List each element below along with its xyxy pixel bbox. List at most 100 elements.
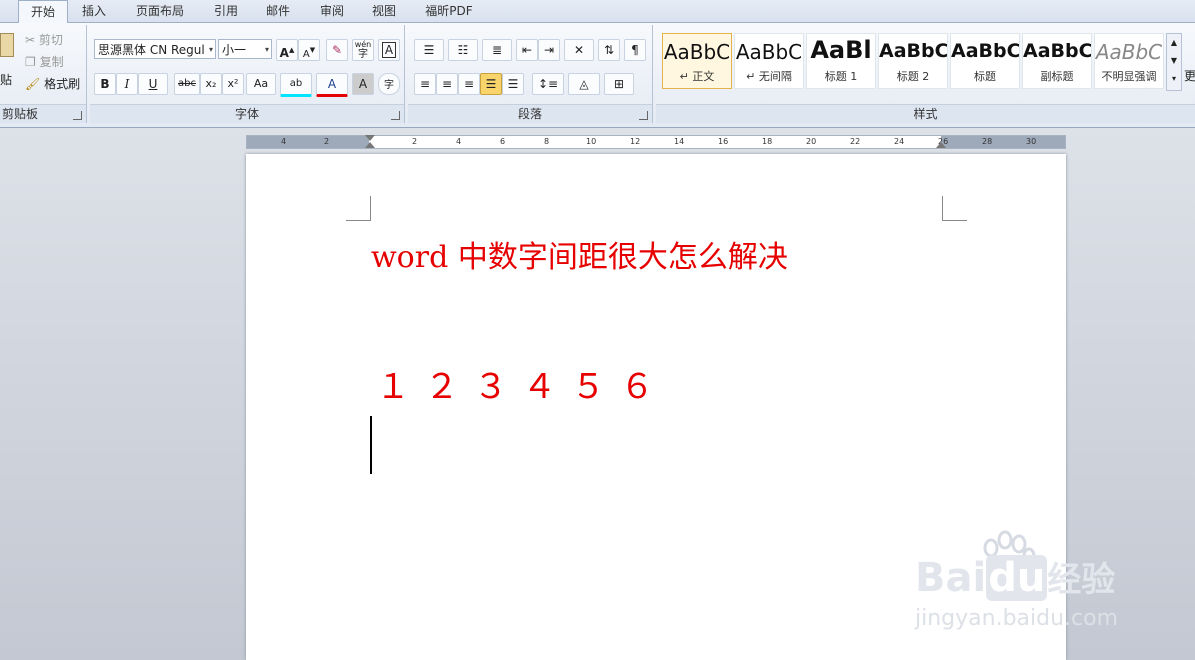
horizontal-ruler[interactable]: 4 2 2 4 6 8 10 12 14 16 18 20 22 24 26 2…: [246, 135, 1066, 149]
font-size-value: 小一: [222, 43, 247, 57]
style-normal[interactable]: AaBbC ↵ 正文: [662, 33, 732, 89]
change-styles-button[interactable]: 更: [1184, 67, 1195, 84]
right-indent-marker[interactable]: [936, 142, 946, 148]
margin-corner-mark: [346, 196, 371, 221]
shading-button[interactable]: ◬: [568, 73, 600, 95]
copy-icon: ❐: [25, 55, 36, 69]
font-size-combo[interactable]: 小一 ▾: [218, 39, 272, 59]
document-title-text[interactable]: word 中数字间距很大怎么解决: [371, 232, 788, 276]
style-sample: AaBbC: [1095, 40, 1163, 64]
sort-button[interactable]: ⇅: [598, 39, 620, 61]
tab-review[interactable]: 审阅: [310, 0, 354, 22]
style-name: ↵ 正文: [679, 70, 715, 83]
style-title[interactable]: AaBbC 标题: [950, 33, 1020, 89]
change-case-button[interactable]: Aa: [246, 73, 276, 95]
tab-page-layout[interactable]: 页面布局: [128, 0, 192, 22]
phonetic-char: 字: [358, 49, 368, 60]
styles-scroll[interactable]: ▲ ▼ ▾: [1166, 33, 1182, 91]
tab-references[interactable]: 引用: [204, 0, 248, 22]
tab-insert[interactable]: 插入: [72, 0, 116, 22]
paste-button[interactable]: 贴: [0, 29, 16, 89]
justify-icon: ☰: [485, 77, 497, 91]
align-center-button[interactable]: ≡: [436, 73, 458, 95]
shrink-font-button[interactable]: A▼: [298, 39, 320, 61]
style-subtle-emphasis[interactable]: AaBbC 不明显强调: [1094, 33, 1164, 89]
align-right-button[interactable]: ≡: [458, 73, 480, 95]
style-name: 标题 2: [896, 70, 930, 83]
show-marks-button[interactable]: ¶: [624, 39, 646, 61]
line-spacing-button[interactable]: ↕≡: [532, 73, 564, 95]
paint-bucket-icon: ◬: [579, 77, 589, 91]
increase-indent-button[interactable]: ⇥: [538, 39, 560, 61]
tab-home[interactable]: 开始: [18, 0, 68, 23]
margin-corner-mark: [942, 196, 967, 221]
watermark-brand-left: Bai: [915, 555, 987, 601]
bold-button[interactable]: B: [94, 73, 116, 95]
sort-icon: ⇅: [603, 43, 615, 57]
character-border-button[interactable]: A: [378, 39, 400, 61]
hanging-indent-marker[interactable]: [365, 142, 375, 148]
paragraph-launcher-icon[interactable]: [639, 111, 648, 120]
tab-view[interactable]: 视图: [362, 0, 406, 22]
copy-button[interactable]: ❐ 复制: [24, 51, 76, 73]
highlight-button[interactable]: ab: [280, 73, 312, 97]
grow-font-button[interactable]: A▲: [276, 39, 298, 61]
superscript-button[interactable]: x²: [222, 73, 244, 95]
character-border-label: A: [381, 42, 397, 58]
strikethrough-button[interactable]: abc: [174, 73, 200, 95]
bullets-button[interactable]: ☰: [414, 39, 444, 61]
ruler-number: 16: [718, 137, 729, 146]
align-left-icon: ≡: [419, 77, 431, 91]
font-launcher-icon[interactable]: [391, 111, 400, 120]
phonetic-guide-button[interactable]: wén 字: [352, 39, 374, 61]
distributed-icon: ☰: [507, 77, 519, 91]
numbering-button[interactable]: ☷: [448, 39, 478, 61]
font-color-button[interactable]: A: [316, 73, 348, 97]
style-no-spacing[interactable]: AaBbC ↵ 无间隔: [734, 33, 804, 89]
distributed-button[interactable]: ☰: [502, 73, 524, 95]
ruler-number: 22: [850, 137, 861, 146]
chinese-layout-button[interactable]: ✕: [564, 39, 594, 61]
style-name: ↵ 无间隔: [746, 70, 792, 83]
clear-format-button[interactable]: ✎: [326, 39, 348, 61]
style-subtitle[interactable]: AaBbC 副标题: [1022, 33, 1092, 89]
justify-button[interactable]: ☰: [480, 73, 502, 95]
tab-foxit-pdf[interactable]: 福昕PDF: [418, 0, 480, 22]
subscript-button[interactable]: x₂: [200, 73, 222, 95]
style-name: 副标题: [1040, 70, 1074, 83]
style-sample: AaBbC: [735, 40, 803, 64]
format-painter-button[interactable]: 🖌 格式刷: [24, 73, 86, 95]
enclose-character-button[interactable]: 字: [378, 73, 400, 95]
clipboard-launcher-icon[interactable]: [73, 111, 82, 120]
ruler-number: 8: [544, 137, 550, 146]
borders-button[interactable]: ⊞: [604, 73, 634, 95]
style-name: 标题 1: [824, 70, 858, 83]
style-heading-2[interactable]: AaBbC 标题 2: [878, 33, 948, 89]
paste-icon: [0, 33, 14, 57]
first-line-indent-marker[interactable]: [365, 135, 375, 141]
watermark-brand-mid: du: [986, 555, 1048, 601]
styles-group-label: 样式: [656, 104, 1195, 123]
underline-button[interactable]: U: [138, 73, 168, 95]
decrease-indent-button[interactable]: ⇤: [516, 39, 538, 61]
character-shading-button[interactable]: A: [352, 73, 374, 95]
format-painter-label: 格式刷: [44, 77, 81, 91]
style-sample: AaBbC: [663, 40, 731, 64]
cut-label: 剪切: [38, 33, 63, 47]
eraser-icon: ✎: [331, 43, 343, 57]
align-left-button[interactable]: ≡: [414, 73, 436, 95]
grow-font-label: A: [279, 46, 289, 60]
ruler-number: 4: [281, 137, 287, 146]
paragraph-group-label: 段落: [408, 104, 652, 123]
italic-button[interactable]: I: [116, 73, 138, 95]
cut-button[interactable]: ✂ 剪切: [24, 29, 76, 51]
tab-mailings[interactable]: 邮件: [256, 0, 300, 22]
style-heading-1[interactable]: AaBl 标题 1: [806, 33, 876, 89]
multilevel-list-button[interactable]: ≣: [482, 39, 512, 61]
chevron-down-icon: ▼: [1170, 56, 1178, 65]
align-center-icon: ≡: [441, 77, 453, 91]
font-name-combo[interactable]: 思源黑体 CN Regul ▾: [94, 39, 216, 59]
watermark-brand: Baidu经验: [915, 552, 1115, 601]
shrink-font-label: A: [302, 49, 310, 60]
document-numbers-text[interactable]: １ ２ ３ ４ ５ ６: [376, 359, 656, 408]
